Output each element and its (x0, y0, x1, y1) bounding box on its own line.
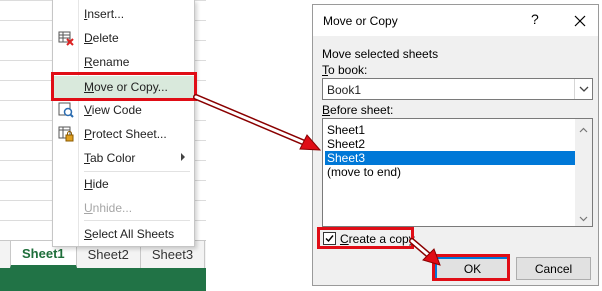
sheet-context-menu: Insert... Delete Rename Move or Copy... (52, 0, 195, 247)
menu-item-label: Rename (84, 55, 130, 69)
menu-item-protect-sheet[interactable]: Protect Sheet... (53, 123, 194, 145)
close-icon[interactable] (568, 9, 592, 33)
menu-item-label: Hide (84, 177, 109, 191)
menu-item-hide[interactable]: Hide (53, 173, 194, 195)
before-sheet-label: Before sheet: (322, 103, 394, 117)
list-item-selected[interactable]: Sheet3 (325, 151, 575, 165)
menu-item-label: Insert... (84, 7, 125, 21)
help-button[interactable]: ? (531, 11, 539, 27)
highlight-box-move-or-copy (51, 72, 197, 101)
before-sheet-list[interactable]: Sheet1 Sheet2 Sheet3 (move to end) (322, 118, 593, 227)
menu-item-label: Tab Color (84, 151, 136, 165)
highlight-box-create-copy (317, 227, 414, 249)
scroll-down-icon[interactable] (579, 212, 588, 222)
view-code-icon (58, 102, 74, 118)
arrow-to-dialog-inner (194, 95, 314, 148)
list-item[interactable]: Sheet1 (325, 123, 575, 137)
highlight-box-ok (432, 254, 510, 281)
dialog-titlebar: Move or Copy ? (313, 5, 598, 36)
cancel-button[interactable]: Cancel (516, 257, 591, 280)
menu-item-rename[interactable]: Rename (53, 51, 194, 73)
to-book-value: Book1 (327, 83, 362, 97)
menu-item-select-all-sheets[interactable]: Select All Sheets (53, 223, 194, 245)
move-selected-label: Move selected sheets (322, 47, 439, 61)
status-bar (0, 268, 206, 291)
list-item[interactable]: Sheet2 (325, 137, 575, 151)
scroll-up-icon[interactable] (579, 124, 588, 133)
list-scrollbar[interactable] (575, 119, 592, 226)
to-book-label: To book: (322, 63, 368, 77)
menu-item-unhide: Unhide... (53, 197, 194, 219)
menu-item-delete[interactable]: Delete (53, 27, 194, 49)
menu-separator (84, 220, 190, 221)
menu-item-label: Protect Sheet... (84, 127, 167, 141)
menu-item-tab-color[interactable]: Tab Color (53, 147, 194, 169)
menu-item-label: Select All Sheets (84, 227, 175, 241)
menu-item-view-code[interactable]: View Code (53, 99, 194, 121)
menu-item-label: View Code (84, 103, 142, 117)
arrow-to-dialog (193, 94, 315, 149)
dialog-title: Move or Copy (323, 14, 398, 28)
protect-sheet-icon (58, 126, 74, 142)
submenu-arrow-icon (181, 153, 185, 161)
list-item[interactable]: (move to end) (325, 165, 575, 179)
menu-item-label: Delete (84, 31, 119, 45)
menu-item-label: Unhide... (84, 201, 133, 215)
delete-sheet-icon (58, 30, 74, 46)
menu-item-insert[interactable]: Insert... (53, 3, 194, 25)
to-book-dropdown[interactable]: Book1 (322, 78, 593, 100)
chevron-down-icon[interactable] (574, 79, 592, 99)
menu-separator (84, 171, 190, 172)
